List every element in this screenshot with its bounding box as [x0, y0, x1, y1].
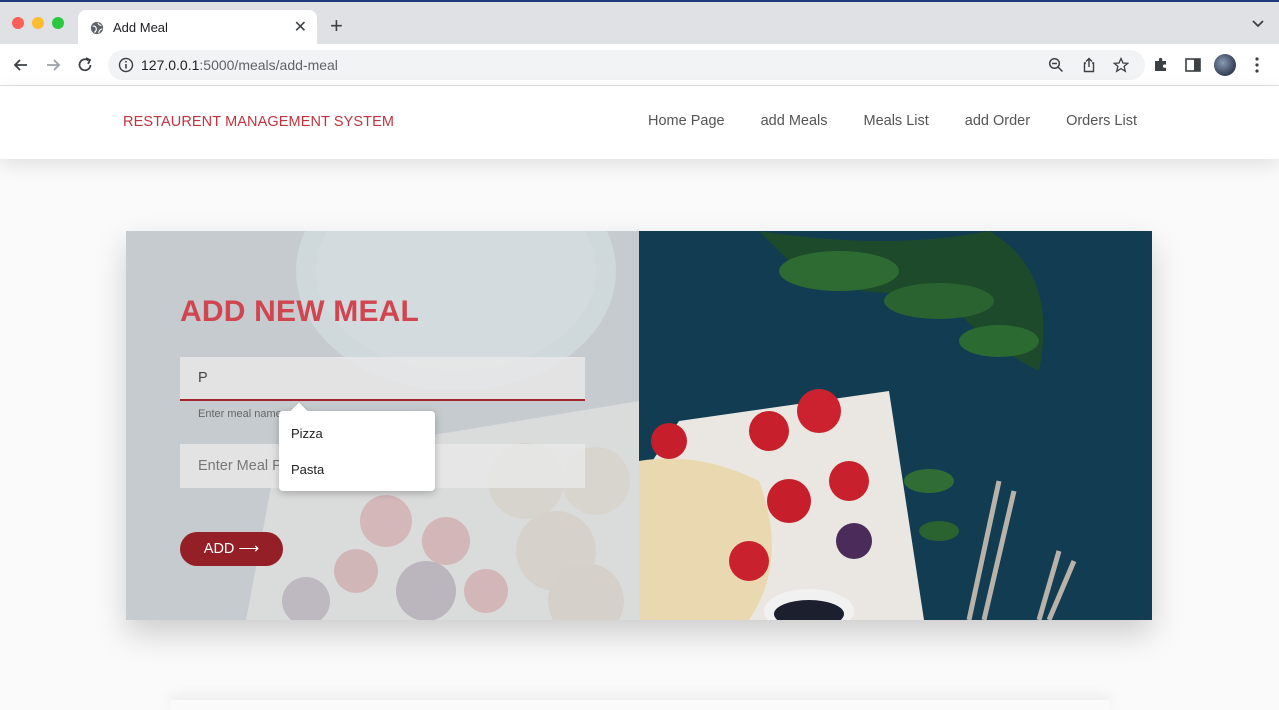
- side-panel-icon[interactable]: [1184, 56, 1202, 74]
- bookmark-star-icon[interactable]: [1113, 57, 1129, 73]
- browser-toolbar: 127.0.0.1:5000/meals/add-meal: [0, 44, 1279, 86]
- extensions-puzzle-icon[interactable]: [1152, 56, 1170, 74]
- site-header: RESTAURENT MANAGEMENT SYSTEM Home Page a…: [0, 86, 1279, 159]
- back-arrow-icon[interactable]: [11, 55, 31, 75]
- forward-arrow-icon[interactable]: [43, 55, 63, 75]
- meal-name-field[interactable]: [180, 357, 585, 401]
- autocomplete-option-pizza[interactable]: Pizza: [291, 426, 323, 441]
- tab-search-chevron-icon[interactable]: [1251, 16, 1265, 30]
- close-window-button[interactable]: [12, 17, 24, 29]
- address-bar[interactable]: 127.0.0.1:5000/meals/add-meal: [108, 50, 1145, 80]
- autocomplete-option-pasta[interactable]: Pasta: [291, 462, 324, 477]
- food-platter-image: [639, 231, 1152, 620]
- url-path: :5000/meals/add-meal: [199, 57, 338, 73]
- arrow-right-icon: ⟶: [238, 541, 260, 557]
- browser-tab-active[interactable]: Add Meal ✕: [78, 10, 317, 46]
- new-tab-button[interactable]: +: [330, 15, 343, 37]
- profile-avatar[interactable]: [1214, 54, 1236, 76]
- meal-name-input[interactable]: [180, 357, 585, 399]
- more-menu-icon[interactable]: [1255, 56, 1259, 74]
- nav-meals-list[interactable]: Meals List: [864, 113, 929, 129]
- form-title: ADD NEW MEAL: [180, 295, 420, 328]
- tab-title: Add Meal: [113, 20, 168, 35]
- meal-name-hint: Enter meal name: [198, 408, 282, 420]
- maximize-window-button[interactable]: [52, 17, 64, 29]
- nav-add-order[interactable]: add Order: [965, 113, 1030, 129]
- site-brand[interactable]: RESTAURENT MANAGEMENT SYSTEM: [123, 114, 394, 130]
- nav-orders-list[interactable]: Orders List: [1066, 113, 1137, 129]
- next-section-edge: [170, 700, 1110, 710]
- autocomplete-dropdown: Pizza Pasta: [279, 411, 435, 491]
- url-host: 127.0.0.1: [141, 57, 200, 73]
- site-info-icon[interactable]: [118, 57, 134, 73]
- add-button[interactable]: ADD ⟶: [180, 532, 283, 566]
- reload-icon[interactable]: [75, 55, 95, 75]
- nav-home-page[interactable]: Home Page: [648, 113, 725, 129]
- globe-icon: [90, 21, 104, 35]
- zoom-out-icon[interactable]: [1048, 57, 1064, 73]
- browser-tab-strip: Add Meal ✕ +: [0, 0, 1279, 46]
- share-icon[interactable]: [1081, 57, 1097, 73]
- main-nav: Home Page add Meals Meals List add Order…: [648, 113, 1137, 129]
- nav-add-meals[interactable]: add Meals: [761, 113, 828, 129]
- url-text[interactable]: 127.0.0.1:5000/meals/add-meal: [141, 57, 338, 73]
- add-button-label: ADD: [203, 541, 235, 557]
- tab-close-icon[interactable]: ✕: [294, 17, 307, 37]
- minimize-window-button[interactable]: [32, 17, 44, 29]
